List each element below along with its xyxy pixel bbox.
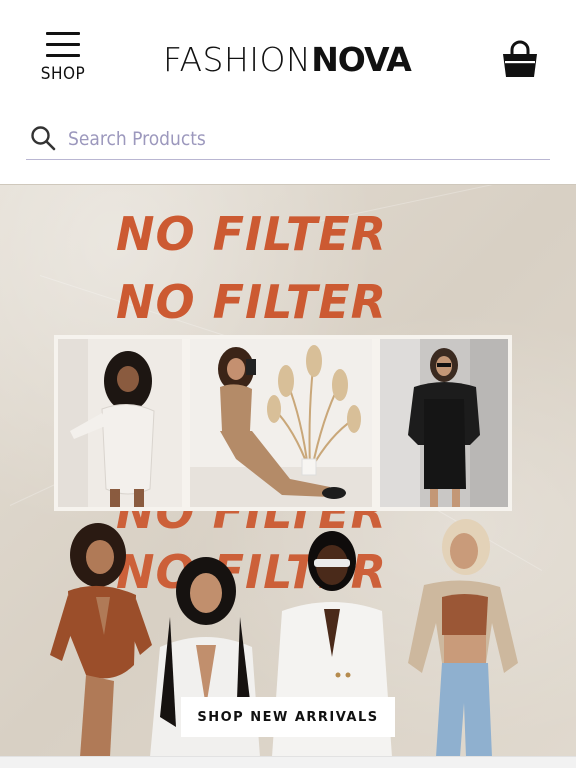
hamburger-menu-icon bbox=[46, 32, 80, 58]
shopping-bag-icon bbox=[503, 40, 537, 77]
shop-new-arrivals-button[interactable]: SHOP NEW ARRIVALS bbox=[181, 697, 395, 737]
shop-menu-button[interactable]: SHOP bbox=[38, 30, 88, 86]
search-bar bbox=[26, 118, 550, 160]
shop-menu-label: SHOP bbox=[40, 64, 86, 84]
search-icon[interactable] bbox=[30, 125, 56, 151]
shopping-bag-button[interactable] bbox=[500, 40, 540, 80]
shop-new-arrivals-label: SHOP NEW ARRIVALS bbox=[197, 709, 379, 725]
no-filter-hero-banner[interactable]: NO FILTER NO FILTER NO FILTER NO FILTER bbox=[0, 184, 576, 756]
model-photo-beige-set bbox=[186, 335, 376, 511]
model-photo-white-dress bbox=[54, 335, 186, 511]
fashion-nova-logo[interactable]: FASHIONNOVA bbox=[163, 40, 412, 79]
model-figure-crop-top-jeans bbox=[408, 519, 518, 756]
app-header: SHOP FASHIONNOVA bbox=[0, 0, 576, 160]
hero-headline-2: NO FILTER bbox=[116, 275, 388, 329]
hero-headline-1: NO FILTER bbox=[116, 207, 388, 261]
section-divider bbox=[0, 756, 576, 768]
logo-text-fashion: FASHION bbox=[163, 40, 312, 79]
model-photo-leather-jacket bbox=[376, 335, 512, 511]
logo-text-nova: NOVA bbox=[311, 40, 412, 79]
search-input[interactable] bbox=[68, 122, 538, 156]
